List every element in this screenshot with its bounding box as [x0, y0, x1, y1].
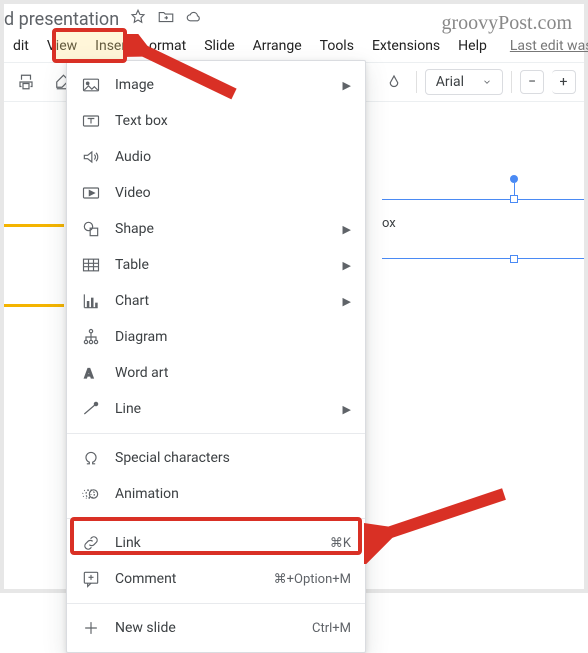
insert-menu-video[interactable]: Video	[67, 175, 365, 211]
menu-tools[interactable]: Tools	[311, 34, 363, 58]
menu-item-label: Word art	[115, 365, 351, 381]
cloud-status-icon[interactable]	[185, 8, 203, 30]
chart-icon	[81, 291, 101, 311]
newslide-icon	[81, 618, 101, 638]
last-edit-link[interactable]: Last edit was sec	[510, 38, 588, 54]
insert-menu-anim[interactable]: Animation	[67, 476, 365, 512]
insert-menu-link[interactable]: Link ⌘K	[67, 525, 365, 561]
menu-divider	[67, 518, 365, 519]
menu-shortcut: ⌘K	[330, 536, 351, 551]
menu-arrange[interactable]: Arrange	[244, 34, 311, 58]
chevron-right-icon: ▶	[343, 79, 351, 92]
menu-item-label: Line	[115, 401, 329, 417]
toolbar-separator	[416, 71, 417, 93]
menu-item-label: Diagram	[115, 329, 351, 345]
image-icon	[81, 75, 101, 95]
diagram-icon	[81, 327, 101, 347]
menu-item-label: Table	[115, 257, 329, 273]
chevron-right-icon: ▶	[343, 223, 351, 236]
menu-view[interactable]: View	[38, 34, 86, 58]
insert-menu-table[interactable]: Table ▶	[67, 247, 365, 283]
font-name: Arial	[436, 74, 464, 90]
video-icon	[81, 183, 101, 203]
insert-menu-chart[interactable]: Chart ▶	[67, 283, 365, 319]
menu-divider	[67, 603, 365, 604]
rotation-handle[interactable]	[510, 175, 518, 183]
insert-menu-textbox[interactable]: Text box	[67, 103, 365, 139]
chevron-right-icon: ▶	[343, 295, 351, 308]
fill-color-button[interactable]	[380, 68, 408, 96]
menu-item-label: Text box	[115, 113, 351, 129]
star-icon[interactable]	[129, 8, 147, 30]
menu-slide[interactable]: Slide	[195, 34, 243, 58]
svg-text:A: A	[84, 367, 93, 382]
filmstrip-accent	[4, 304, 64, 307]
menu-item-label: Audio	[115, 149, 351, 165]
insert-menu-comment[interactable]: Comment ⌘+Option+M	[67, 561, 365, 597]
line-icon	[81, 399, 101, 419]
menu-item-label: Special characters	[115, 450, 351, 466]
insert-menu-specchar[interactable]: Special characters	[67, 440, 365, 476]
selection-outline	[382, 199, 584, 259]
insert-menu-wordart[interactable]: A Word art	[67, 355, 365, 391]
font-size-decrease[interactable]: −	[520, 70, 544, 94]
chevron-right-icon: ▶	[343, 259, 351, 272]
insert-menu-image[interactable]: Image ▶	[67, 67, 365, 103]
menu-extensions[interactable]: Extensions	[363, 34, 449, 58]
print-button[interactable]	[12, 68, 40, 96]
wordart-icon: A	[81, 363, 101, 383]
comment-icon	[81, 569, 101, 589]
insert-menu-audio[interactable]: Audio	[67, 139, 365, 175]
toolbar-separator	[511, 71, 512, 93]
selection-handle[interactable]	[510, 195, 518, 203]
menu-item-label: Animation	[115, 486, 351, 502]
menu-item-label: Chart	[115, 293, 329, 309]
menu-edit[interactable]: dit	[4, 34, 38, 58]
anim-icon	[81, 484, 101, 504]
menu-insert[interactable]: Insert	[86, 34, 140, 58]
filmstrip-accent	[4, 224, 64, 227]
menu-divider	[67, 433, 365, 434]
shape-icon	[81, 219, 101, 239]
audio-icon	[81, 147, 101, 167]
chevron-down-icon	[482, 77, 492, 87]
menu-item-label: Shape	[115, 221, 329, 237]
chevron-right-icon: ▶	[343, 403, 351, 416]
selection-handle[interactable]	[510, 255, 518, 263]
titlebar: d presentation	[4, 4, 584, 32]
document-title[interactable]: d presentation	[4, 9, 119, 30]
menu-item-label: Link	[115, 535, 316, 551]
menu-item-label: Image	[115, 77, 329, 93]
menu-item-label: New slide	[115, 620, 298, 636]
insert-dropdown: Image▶Text boxAudioVideoShape▶Table▶Char…	[66, 60, 366, 653]
menubar: dit View Insert ormat Slide Arrange Tool…	[4, 32, 584, 62]
font-family-select[interactable]: Arial	[425, 69, 503, 95]
insert-menu-newslide[interactable]: New slide Ctrl+M	[67, 610, 365, 646]
menu-item-label: Comment	[115, 571, 260, 587]
table-icon	[81, 255, 101, 275]
menu-item-label: Video	[115, 185, 351, 201]
font-size-increase[interactable]: +	[552, 70, 576, 94]
menu-shortcut: Ctrl+M	[312, 621, 351, 636]
specchar-icon	[81, 448, 101, 468]
textbox-icon	[81, 111, 101, 131]
menu-help[interactable]: Help	[449, 34, 496, 58]
menu-format[interactable]: ormat	[140, 34, 195, 58]
insert-menu-line[interactable]: Line ▶	[67, 391, 365, 427]
move-folder-icon[interactable]	[157, 8, 175, 30]
insert-menu-diagram[interactable]: Diagram	[67, 319, 365, 355]
menu-shortcut: ⌘+Option+M	[274, 572, 351, 587]
insert-menu-shape[interactable]: Shape ▶	[67, 211, 365, 247]
link-icon	[81, 533, 101, 553]
